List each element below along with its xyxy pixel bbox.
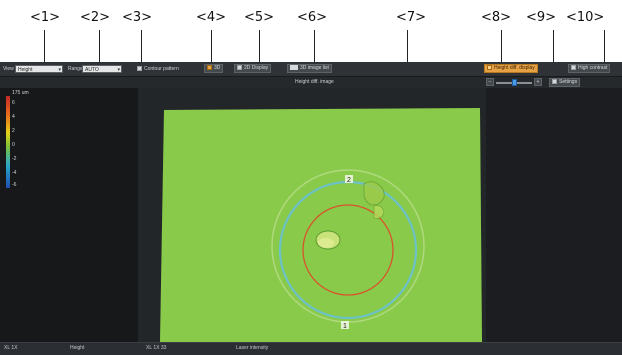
color-scale-tick: -2	[12, 156, 17, 162]
leader-4	[211, 30, 212, 66]
high-contrast-button[interactable]: High contrast	[568, 64, 611, 73]
contour-pattern-label: Contour pattern	[144, 66, 179, 72]
leader-6	[314, 30, 315, 66]
zoom-slider-thumb[interactable]	[512, 79, 517, 86]
status-item-1[interactable]: XL 1X	[4, 345, 17, 351]
chevron-down-icon: ▾	[117, 67, 120, 73]
grid-icon	[237, 65, 242, 70]
3d-button[interactable]: 3D	[204, 64, 224, 73]
leader-8	[501, 30, 502, 66]
callout-2: <2>	[80, 10, 111, 25]
range-select[interactable]: AUTO ▾	[82, 65, 122, 73]
view-select-value: Height	[18, 67, 33, 73]
2d-display-button-label: 2D Display	[244, 65, 269, 71]
viewer-header: Height diff. image − + Settings	[0, 77, 622, 88]
leader-1	[44, 30, 45, 66]
height-diff-image[interactable]: 1 2	[138, 88, 486, 342]
toolbar: View Height ▾ Range AUTO ▾ Contour patte…	[0, 62, 622, 77]
status-bar: XL 1X Height XL 1X 33 Laser intensity	[0, 342, 622, 355]
callout-6: <6>	[297, 10, 328, 25]
range-label: Range	[68, 66, 83, 72]
callout-10: <10>	[566, 10, 605, 25]
color-scale-tick: -4	[12, 170, 17, 176]
settings-button-label: Settings	[559, 79, 578, 85]
settings-button[interactable]: Settings	[549, 78, 581, 87]
leader-3	[141, 30, 142, 66]
callout-3: <3>	[122, 10, 153, 25]
callout-8: <8>	[481, 10, 512, 25]
color-scale-bar	[6, 96, 10, 188]
image-list-icon	[290, 65, 298, 70]
callout-1: <1>	[30, 10, 61, 25]
callout-7: <7>	[396, 10, 427, 25]
callout-5: <5>	[244, 10, 275, 25]
color-scale-tick: 6	[12, 100, 15, 106]
3d-button-label: 3D	[214, 65, 221, 71]
callout-9: <9>	[526, 10, 557, 25]
color-scale-tick: 4	[12, 114, 15, 120]
callout-4: <4>	[196, 10, 227, 25]
status-item-3[interactable]: XL 1X 33	[146, 345, 166, 351]
height-diff-display-button[interactable]: Height diff. display	[484, 64, 538, 73]
status-item-2[interactable]: Height	[70, 345, 84, 351]
leader-2	[99, 30, 100, 66]
view-label: View	[3, 66, 14, 72]
surface-shading	[160, 108, 482, 342]
color-scale-tick: 0	[12, 142, 15, 148]
bump-feature-shadow	[318, 238, 334, 248]
3d-image-list-button-label: 3D image list	[300, 65, 329, 71]
high-contrast-button-label: High contrast	[578, 65, 608, 71]
view-select[interactable]: Height ▾	[15, 65, 63, 73]
marker-1-label: 1	[343, 323, 347, 330]
right-panel	[486, 88, 622, 342]
color-scale-panel: 175 um 6 4 2 0 -2 -4 -6	[0, 88, 138, 342]
cube-icon	[207, 65, 212, 70]
leader-5	[259, 30, 260, 66]
marker-2-label: 2	[347, 177, 351, 184]
color-scale-unit: 175 um	[12, 90, 29, 96]
checkbox-icon	[137, 66, 142, 71]
range-select-value: AUTO	[85, 67, 99, 73]
leader-10	[604, 30, 605, 66]
color-scale-tick: -6	[12, 182, 17, 188]
viewer-title: Height diff. image	[295, 79, 334, 85]
2d-display-button[interactable]: 2D Display	[234, 64, 272, 73]
status-item-4[interactable]: Laser intensity	[236, 345, 268, 351]
height-diff-icon	[487, 65, 492, 70]
height-diff-viewer[interactable]: 1 2	[138, 88, 486, 342]
contour-pattern-toggle[interactable]: Contour pattern	[137, 65, 179, 73]
contrast-icon	[571, 65, 576, 70]
3d-image-list-button[interactable]: 3D image list	[287, 64, 332, 73]
zoom-in-button[interactable]: +	[534, 78, 542, 86]
gear-icon	[552, 79, 557, 84]
color-scale-tick: 2	[12, 128, 15, 134]
chevron-down-icon: ▾	[58, 67, 61, 73]
height-diff-display-button-label: Height diff. display	[494, 65, 535, 71]
zoom-out-button[interactable]: −	[486, 78, 494, 86]
app-window: View Height ▾ Range AUTO ▾ Contour patte…	[0, 62, 622, 355]
